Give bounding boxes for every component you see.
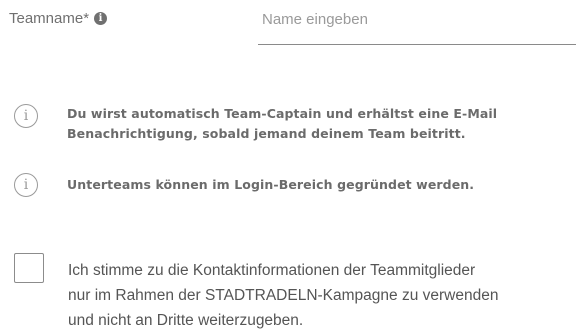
consent-line: Ich stimme zu die Kontaktinformationen d… <box>68 262 476 279</box>
notice-subteams: i Unterteams können im Login-Bereich geg… <box>14 173 474 197</box>
notice-line: Du wirst automatisch Team-Captain und er… <box>67 106 498 121</box>
consent-line: nur im Rahmen der STADTRADELN-Kampagne z… <box>68 287 499 304</box>
notice-line: Unterteams können im Login-Bereich gegrü… <box>67 177 475 192</box>
consent-checkbox[interactable] <box>14 253 44 283</box>
info-outline-icon: i <box>14 104 38 128</box>
teamname-input[interactable] <box>258 7 576 45</box>
notice-text: Unterteams können im Login-Bereich gegrü… <box>67 175 474 195</box>
notice-text: Du wirst automatisch Team-Captain und er… <box>67 104 497 144</box>
notice-line: Benachrichtigung, sobald jemand deinem T… <box>67 126 466 141</box>
consent-line: und nicht an Dritte weiterzugeben. <box>68 312 304 329</box>
info-icon[interactable]: i <box>94 12 108 25</box>
consent-row: Ich stimme zu die Kontaktinformationen d… <box>14 253 568 333</box>
consent-text[interactable]: Ich stimme zu die Kontaktinformationen d… <box>68 258 568 333</box>
notice-captain: i Du wirst automatisch Team-Captain und … <box>14 104 497 144</box>
teamname-field: Teamname* i <box>9 7 579 47</box>
teamname-label: Teamname* <box>9 10 90 27</box>
teamname-label-group: Teamname* i <box>9 10 108 27</box>
info-outline-icon: i <box>14 173 38 197</box>
